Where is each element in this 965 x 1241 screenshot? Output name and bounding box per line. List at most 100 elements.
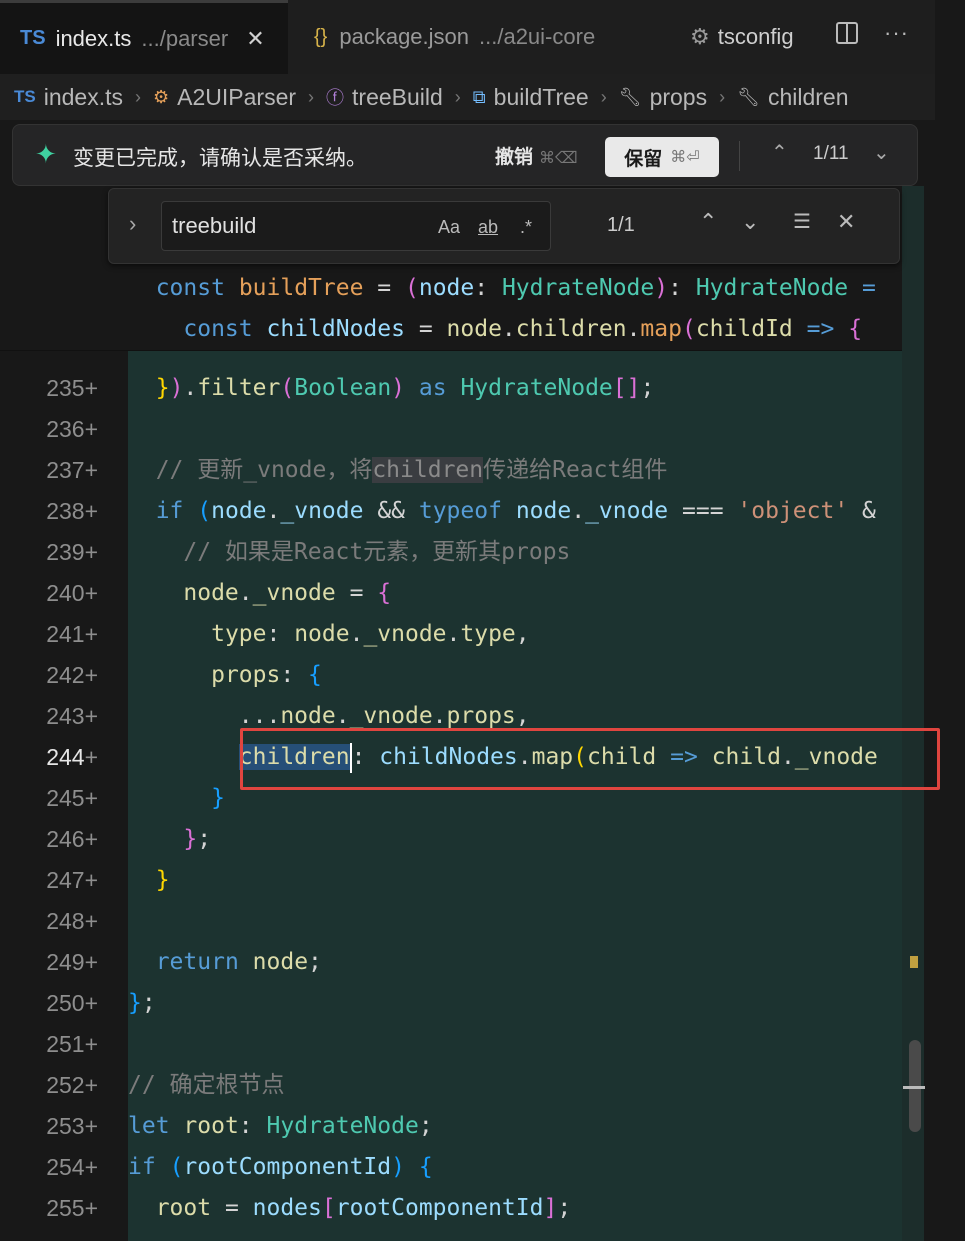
- whole-word-icon[interactable]: ab: [478, 217, 498, 238]
- tab-bar: TS index.ts .../parser ✕ {} package.json…: [0, 0, 935, 75]
- line-number-text: 240: [46, 580, 85, 606]
- line-number-text: 235: [46, 375, 85, 401]
- undo-button[interactable]: 撤销 ⌘⌫: [495, 142, 578, 169]
- tab-index-ts[interactable]: TS index.ts .../parser ✕: [0, 0, 288, 74]
- code-line[interactable]: };: [128, 983, 928, 1024]
- code-line[interactable]: type: node._vnode.type,: [128, 614, 928, 655]
- line-number-text: 238: [46, 498, 85, 524]
- chevron-down-icon[interactable]: ⌄: [741, 209, 759, 235]
- typescript-icon: TS: [14, 87, 36, 106]
- keep-shortcut: ⌘⏎: [670, 149, 700, 166]
- line-number-text: 254: [46, 1154, 85, 1180]
- line-number: 237+: [46, 457, 98, 483]
- code-line[interactable]: if (node._vnode && typeof node._vnode ==…: [128, 491, 928, 532]
- sticky-line[interactable]: const childNodes = node.children.map(chi…: [128, 309, 902, 350]
- line-number: 235+: [46, 375, 98, 401]
- chevron-right-icon: ›: [454, 86, 461, 107]
- wrench-icon: 🔧︎: [737, 86, 760, 107]
- find-query: treebuild: [172, 213, 257, 238]
- regex-icon[interactable]: .*: [520, 217, 532, 238]
- line-number: 255+: [46, 1195, 98, 1221]
- comment-text: // 更新_vnode，将: [155, 457, 373, 483]
- typescript-icon: TS: [20, 27, 46, 49]
- json-icon: {}: [314, 25, 328, 48]
- line-number-text: 251: [46, 1031, 85, 1057]
- find-input[interactable]: treebuild Aa ab .*: [161, 201, 551, 251]
- line-number: 240+: [46, 580, 98, 606]
- chevron-right-icon: ›: [719, 86, 726, 107]
- find-result-count: 1/1: [607, 214, 635, 236]
- line-number: 239+: [46, 539, 98, 565]
- code-line[interactable]: props: {: [128, 655, 928, 696]
- close-icon[interactable]: ✕: [246, 26, 264, 52]
- undo-shortcut: ⌘⌫: [539, 150, 578, 167]
- sticky-line[interactable]: const buildTree = (node: HydrateNode): H…: [128, 268, 902, 309]
- tab-title: package.json: [339, 24, 470, 49]
- chevron-up-icon[interactable]: ⌃: [699, 209, 717, 235]
- line-number-text: 236: [46, 416, 85, 442]
- ai-change-bar: ✦ 变更已完成，请确认是否采纳。 撤销 ⌘⌫ 保留 ⌘⏎ ⌃ 1/11 ⌄: [12, 124, 918, 186]
- divider: [739, 141, 740, 171]
- chevron-up-icon[interactable]: ⌃: [771, 140, 788, 165]
- breadcrumb-item[interactable]: children: [768, 84, 849, 111]
- chevron-down-icon[interactable]: ⌄: [873, 140, 890, 165]
- line-number-text: 255: [46, 1195, 85, 1221]
- line-number-text: 246: [46, 826, 85, 852]
- line-number-text: 244: [46, 744, 85, 770]
- ai-message: 变更已完成，请确认是否采纳。: [73, 147, 367, 170]
- code-line[interactable]: root = nodes[rootComponentId];: [128, 1188, 928, 1229]
- breadcrumb-item[interactable]: props: [650, 84, 708, 111]
- line-number: 243+: [46, 703, 98, 729]
- more-actions-icon[interactable]: ···: [884, 20, 909, 46]
- variable-icon: ⧉: [472, 86, 486, 107]
- breadcrumb-item[interactable]: buildTree: [494, 84, 589, 111]
- chevron-right-icon: ›: [135, 86, 141, 107]
- code-line[interactable]: if (rootComponentId) {: [128, 1147, 928, 1188]
- breadcrumb-item[interactable]: index.ts: [44, 84, 123, 111]
- line-number-text: 248: [46, 908, 85, 934]
- code-line[interactable]: }: [128, 860, 928, 901]
- breadcrumb-item[interactable]: A2UIParser: [177, 84, 296, 111]
- chevron-right-icon: ›: [308, 86, 315, 107]
- split-editor-icon[interactable]: [836, 22, 858, 44]
- line-number-text: 250: [46, 990, 85, 1016]
- line-number: 248+: [46, 908, 98, 934]
- tab-title: index.ts: [55, 25, 132, 51]
- chevron-right-icon: ›: [600, 86, 607, 107]
- line-number: 246+: [46, 826, 98, 852]
- code-line[interactable]: return node;: [128, 942, 928, 983]
- line-number-text: 249: [46, 949, 85, 975]
- match-case-icon[interactable]: Aa: [438, 217, 460, 238]
- wrench-icon: 🔧︎: [618, 86, 642, 107]
- undo-label: 撤销: [495, 147, 534, 168]
- gear-icon: ⚙: [690, 24, 710, 49]
- close-icon[interactable]: ✕: [837, 209, 855, 235]
- code-line[interactable]: // 如果是React元素，更新其props: [128, 532, 928, 573]
- find-in-selection-icon[interactable]: ☰: [793, 209, 811, 234]
- scroll-position-marker: [903, 1086, 925, 1089]
- breadcrumb: TS index.ts › ⚙ A2UIParser › ⓕ treeBuild…: [0, 74, 935, 120]
- keep-button[interactable]: 保留 ⌘⏎: [605, 137, 719, 177]
- function-icon: ⓕ: [326, 88, 345, 108]
- sparkle-icon: ✦: [35, 139, 57, 169]
- code-line[interactable]: // 确定根节点: [128, 1065, 928, 1106]
- line-number: 241+: [46, 621, 98, 647]
- line-number: 238+: [46, 498, 98, 524]
- line-number: 249+: [46, 949, 98, 975]
- line-number-text: 247: [46, 867, 85, 893]
- line-number: 253+: [46, 1113, 98, 1139]
- tab-package-json[interactable]: {} package.json .../a2ui-core: [292, 0, 672, 74]
- breadcrumb-item[interactable]: treeBuild: [352, 84, 443, 111]
- code-line[interactable]: let root: HydrateNode;: [128, 1106, 928, 1147]
- line-number-text: 241: [46, 621, 85, 647]
- code-line[interactable]: node._vnode = {: [128, 573, 928, 614]
- comment-text: // 如果是React元素，更新其props: [183, 539, 571, 565]
- tab-tsconfig[interactable]: ⚙ tsconfig: [690, 0, 820, 74]
- keep-label: 保留: [624, 148, 663, 170]
- code-line[interactable]: // 更新_vnode，将children传递给React组件: [128, 450, 928, 491]
- comment-text: // 确定根节点: [128, 1072, 285, 1098]
- code-line[interactable]: };: [128, 819, 928, 860]
- line-number-text: 243: [46, 703, 85, 729]
- code-line[interactable]: }).filter(Boolean) as HydrateNode[];: [128, 368, 928, 409]
- chevron-right-icon[interactable]: ›: [129, 211, 136, 237]
